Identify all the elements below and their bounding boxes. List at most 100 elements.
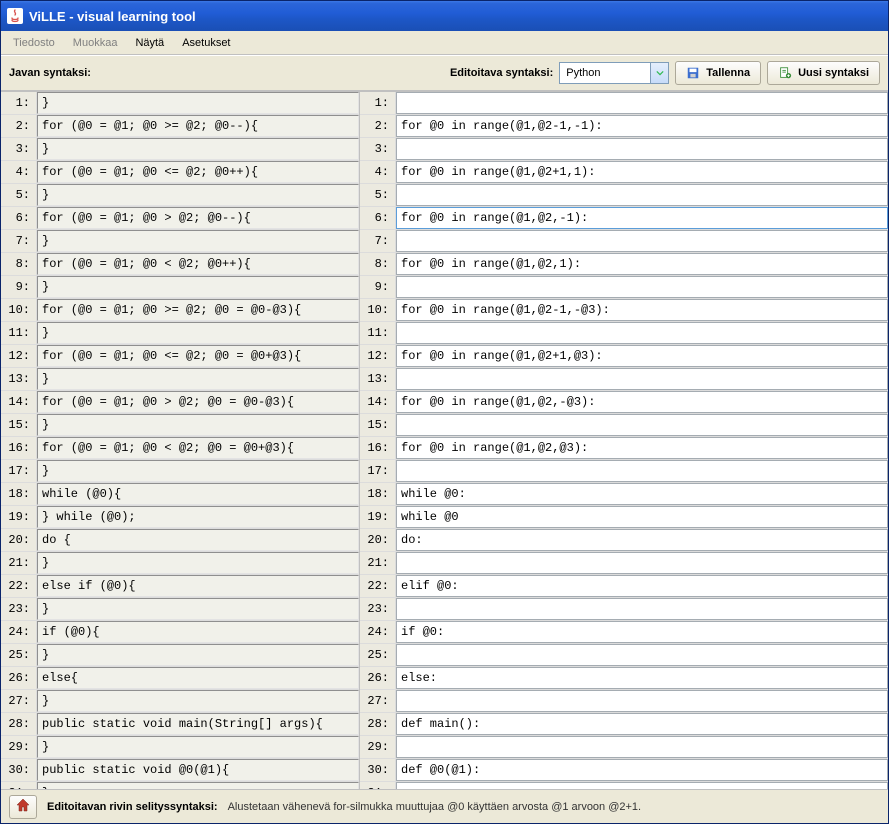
editable-syntax-input[interactable]	[396, 230, 888, 252]
editable-syntax-row: 20:	[360, 529, 888, 552]
line-number: 13:	[360, 368, 396, 390]
line-number: 30:	[360, 759, 396, 781]
java-syntax-cell: for (@0 = @1; @0 >= @2; @0 = @0-@3){	[37, 299, 359, 321]
java-syntax-row: 26:else{	[1, 667, 359, 690]
editable-syntax-input[interactable]	[396, 460, 888, 482]
line-number: 7:	[360, 230, 396, 252]
line-number: 10:	[1, 299, 37, 321]
editable-syntax-input[interactable]	[396, 598, 888, 620]
line-number: 1:	[360, 92, 396, 114]
line-number: 11:	[360, 322, 396, 344]
line-number: 13:	[1, 368, 37, 390]
line-number: 28:	[1, 713, 37, 735]
line-number: 16:	[360, 437, 396, 459]
editable-syntax-row: 25:	[360, 644, 888, 667]
save-button-label: Tallenna	[706, 67, 750, 79]
editable-syntax-input[interactable]	[396, 92, 888, 114]
java-icon	[7, 8, 23, 24]
home-button[interactable]	[9, 795, 37, 819]
java-syntax-cell: }	[37, 230, 359, 252]
line-number: 30:	[1, 759, 37, 781]
java-syntax-row: 24:if (@0){	[1, 621, 359, 644]
editable-syntax-row: 21:	[360, 552, 888, 575]
line-number: 5:	[360, 184, 396, 206]
editable-syntax-input[interactable]	[396, 621, 888, 643]
java-syntax-row: 14:for (@0 = @1; @0 > @2; @0 = @0-@3){	[1, 391, 359, 414]
line-number: 29:	[360, 736, 396, 758]
editable-syntax-input[interactable]	[396, 184, 888, 206]
editable-syntax-input[interactable]	[396, 391, 888, 413]
editable-syntax-input[interactable]	[396, 161, 888, 183]
editable-syntax-row: 24:	[360, 621, 888, 644]
editable-syntax-input[interactable]	[396, 690, 888, 712]
java-syntax-cell: }	[37, 782, 359, 789]
java-syntax-cell: public static void @0(@1){	[37, 759, 359, 781]
line-number: 6:	[1, 207, 37, 229]
editable-syntax-input[interactable]	[396, 713, 888, 735]
editable-syntax-input[interactable]	[396, 552, 888, 574]
line-number: 31:	[360, 782, 396, 789]
editable-syntax-input[interactable]	[396, 483, 888, 505]
java-syntax-cell: else if (@0){	[37, 575, 359, 597]
java-syntax-cell: for (@0 = @1; @0 > @2; @0--){	[37, 207, 359, 229]
editable-syntax-input[interactable]	[396, 368, 888, 390]
editable-syntax-input[interactable]	[396, 759, 888, 781]
editable-syntax-input[interactable]	[396, 115, 888, 137]
line-number: 21:	[1, 552, 37, 574]
editable-syntax-input[interactable]	[396, 345, 888, 367]
status-text: Alustetaan vähenevä for-silmukka muuttuj…	[228, 801, 642, 813]
java-syntax-row: 1:}	[1, 92, 359, 115]
line-number: 22:	[360, 575, 396, 597]
app-window: ViLLE - visual learning tool Tiedosto Mu…	[0, 0, 889, 824]
menu-tiedosto[interactable]: Tiedosto	[5, 34, 63, 52]
java-syntax-row: 7:}	[1, 230, 359, 253]
line-number: 10:	[360, 299, 396, 321]
save-button[interactable]: Tallenna	[675, 61, 761, 85]
editable-syntax-input[interactable]	[396, 529, 888, 551]
editable-syntax-label: Editoitava syntaksi:	[450, 67, 553, 79]
line-number: 15:	[360, 414, 396, 436]
new-syntax-button-label: Uusi syntaksi	[798, 67, 869, 79]
java-syntax-cell: }	[37, 92, 359, 114]
java-syntax-row: 28:public static void main(String[] args…	[1, 713, 359, 736]
syntax-select[interactable]: Python	[559, 62, 669, 84]
java-syntax-cell: if (@0){	[37, 621, 359, 643]
line-number: 3:	[1, 138, 37, 160]
titlebar: ViLLE - visual learning tool	[1, 1, 888, 31]
java-syntax-row: 8:for (@0 = @1; @0 < @2; @0++){	[1, 253, 359, 276]
java-syntax-cell: for (@0 = @1; @0 >= @2; @0--){	[37, 115, 359, 137]
menu-muokkaa[interactable]: Muokkaa	[65, 34, 126, 52]
editable-syntax-input[interactable]	[396, 506, 888, 528]
editable-syntax-input[interactable]	[396, 575, 888, 597]
editable-syntax-row: 19:	[360, 506, 888, 529]
line-number: 1:	[1, 92, 37, 114]
editable-syntax-input[interactable]	[396, 253, 888, 275]
editable-syntax-input[interactable]	[396, 207, 888, 229]
editable-syntax-row: 5:	[360, 184, 888, 207]
java-syntax-cell: public static void main(String[] args){	[37, 713, 359, 735]
menu-asetukset[interactable]: Asetukset	[174, 34, 238, 52]
editable-syntax-input[interactable]	[396, 414, 888, 436]
editable-syntax-input[interactable]	[396, 667, 888, 689]
editable-syntax-row: 14:	[360, 391, 888, 414]
editable-syntax-row: 27:	[360, 690, 888, 713]
editable-syntax-input[interactable]	[396, 276, 888, 298]
editable-syntax-input[interactable]	[396, 322, 888, 344]
editable-syntax-input[interactable]	[396, 437, 888, 459]
line-number: 28:	[360, 713, 396, 735]
line-number: 26:	[360, 667, 396, 689]
java-syntax-cell: do {	[37, 529, 359, 551]
line-number: 24:	[1, 621, 37, 643]
editable-syntax-input[interactable]	[396, 736, 888, 758]
editable-syntax-input[interactable]	[396, 138, 888, 160]
line-number: 27:	[1, 690, 37, 712]
line-number: 9:	[1, 276, 37, 298]
new-syntax-button[interactable]: Uusi syntaksi	[767, 61, 880, 85]
editable-syntax-input[interactable]	[396, 299, 888, 321]
java-syntax-pane: 1:}2:for (@0 = @1; @0 >= @2; @0--){3:}4:…	[1, 92, 360, 789]
editable-syntax-input[interactable]	[396, 644, 888, 666]
menu-nayta[interactable]: Näytä	[127, 34, 172, 52]
java-syntax-row: 13:}	[1, 368, 359, 391]
editable-syntax-input[interactable]	[396, 782, 888, 789]
line-number: 25:	[360, 644, 396, 666]
